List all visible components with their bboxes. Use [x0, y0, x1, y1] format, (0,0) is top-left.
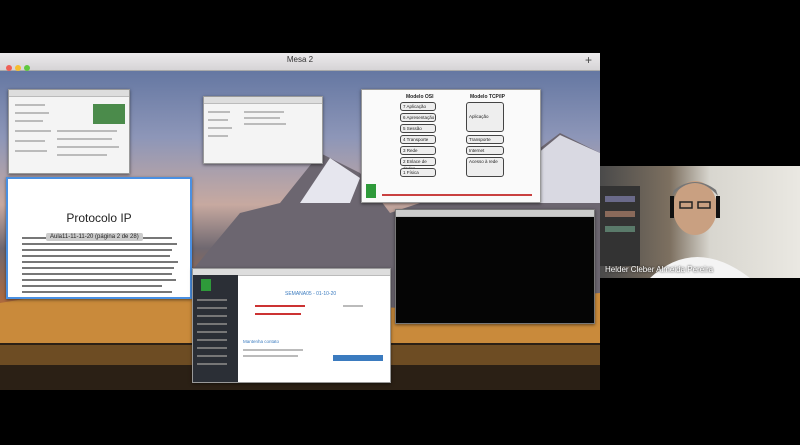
close-icon[interactable]	[6, 65, 12, 71]
tcp-layer: Acesso à rede	[466, 157, 504, 177]
contact-heading: Mantenha contato	[243, 339, 280, 344]
minimize-icon[interactable]	[15, 65, 21, 71]
osi-layer: 7 Aplicação	[400, 102, 436, 111]
osi-layer: 4 Transporte	[400, 135, 436, 144]
window-titlebar: Mesa 2 +	[0, 53, 600, 71]
osi-layer: 5 Sessão	[400, 124, 436, 133]
tcp-layer: Aplicação	[466, 102, 504, 132]
institution-logo	[201, 279, 211, 291]
participant-avatar	[600, 181, 750, 278]
pdf-viewer-window[interactable]: Protocolo IP Aula11-11-11-20 (página 2 d…	[6, 177, 192, 299]
page-indicator: Aula11-11-11-20 (página 2 de 28)	[46, 233, 143, 241]
osi-title: Modelo OSI	[406, 94, 434, 100]
document-heading: Protocolo IP	[66, 211, 132, 225]
tcp-title: Modelo TCP/IP	[470, 94, 505, 100]
osi-layer: 1 Física	[400, 168, 436, 177]
tcp-layer: Transporte	[466, 135, 504, 144]
osi-layer: 6 Apresentação	[400, 113, 436, 122]
maximize-icon[interactable]	[24, 65, 30, 71]
osi-layer: 2 Enlace de dados	[400, 157, 436, 171]
institution-logo	[366, 184, 376, 198]
osi-layer: 3 Rede	[400, 146, 436, 155]
preview-image	[93, 104, 125, 124]
shared-screen: Mesa 2 + Modelo OSI Modelo TCP/IP 7 Apli…	[0, 53, 600, 390]
video-window[interactable]	[395, 209, 595, 324]
participant-video[interactable]: Helder Cleber Almeida Pereira	[600, 166, 800, 278]
window-title: Mesa 2	[286, 55, 314, 64]
finder-window-thumbnail[interactable]	[203, 96, 323, 164]
action-button[interactable]	[333, 355, 383, 361]
moodle-sidebar[interactable]	[193, 275, 238, 382]
tcp-layer: Internet	[466, 146, 504, 155]
add-tab-icon[interactable]: +	[585, 53, 592, 67]
week-heading: SEMANA05 - 01-10-20	[285, 291, 337, 297]
footer-line	[382, 194, 532, 196]
osi-model-slide[interactable]: Modelo OSI Modelo TCP/IP 7 Aplicação 6 A…	[361, 89, 541, 203]
preferences-window-thumbnail[interactable]	[8, 89, 130, 174]
participant-name: Helder Cleber Almeida Pereira	[605, 265, 714, 274]
moodle-browser-window[interactable]: SEMANA05 - 01-10-20 Mantenha contato	[192, 268, 391, 383]
